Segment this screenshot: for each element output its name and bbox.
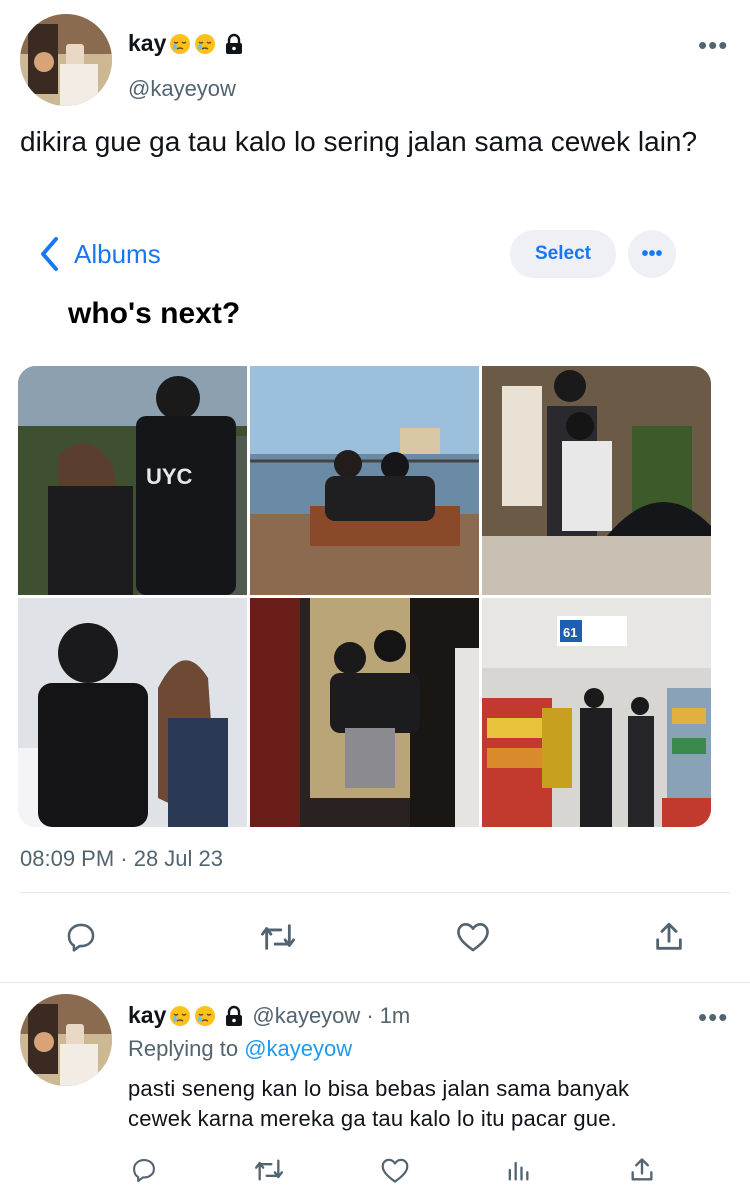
reply-icon: [67, 923, 95, 952]
replying-to: Replying to @kayeyow: [128, 1036, 352, 1062]
retweet-icon: [261, 924, 296, 950]
share-button[interactable]: [652, 920, 686, 954]
author-name-row: kay: [128, 30, 244, 57]
divider: [0, 982, 750, 983]
photo-couple-supermarket[interactable]: 61: [482, 598, 711, 827]
reply-text-line-2: cewek karna mereka ga tau kalo lo itu pa…: [128, 1106, 617, 1131]
meta-separator: ·: [366, 1002, 374, 1028]
photo-couple-bench-waterfront[interactable]: [250, 366, 479, 595]
albums-back-label: Albums: [74, 238, 161, 269]
reply-like-button[interactable]: [380, 1157, 410, 1184]
share-icon: [656, 922, 682, 950]
reply-author-row: kay @kayeyow · 1m: [128, 1002, 410, 1029]
reply-display-name[interactable]: kay: [128, 1002, 166, 1029]
store-sign-number: 61: [563, 625, 577, 640]
reply-views-button[interactable]: [504, 1156, 532, 1184]
photo-couple-cafe[interactable]: [250, 598, 479, 827]
retweet-button[interactable]: [258, 920, 298, 954]
replying-to-handle-link[interactable]: @kayeyow: [244, 1036, 352, 1061]
replying-to-label: Replying to: [128, 1036, 239, 1061]
select-button: Select: [510, 230, 616, 278]
reply-text-line-1: pasti seneng kan lo bisa bebas jalan sam…: [128, 1076, 630, 1101]
sleepy-face-emoji: [194, 1005, 216, 1027]
like-icon: [381, 1158, 409, 1183]
retweet-icon: [254, 1159, 283, 1181]
like-button[interactable]: [455, 921, 491, 953]
reply-more-options-button[interactable]: •••: [698, 1004, 728, 1030]
reply-icon: [133, 1159, 155, 1183]
photo-couple-night-street[interactable]: UYC: [18, 366, 247, 595]
lock-icon: [224, 33, 244, 55]
views-icon: [508, 1161, 529, 1181]
reply-button[interactable]: [64, 920, 98, 954]
more-options-button[interactable]: •••: [698, 32, 728, 58]
display-name[interactable]: kay: [128, 30, 166, 57]
reply-handle[interactable]: @kayeyow: [252, 1003, 360, 1029]
sleepy-face-emoji: [194, 33, 216, 55]
lock-icon: [224, 1005, 244, 1027]
reply-retweet-button[interactable]: [252, 1156, 286, 1184]
divider: [20, 892, 730, 893]
author-handle[interactable]: @kayeyow: [128, 76, 236, 102]
reply-avatar[interactable]: [20, 994, 112, 1086]
sleepy-face-emoji: [169, 1005, 191, 1027]
albums-back-button: Albums: [38, 236, 161, 272]
reply-reply-button[interactable]: [130, 1156, 158, 1184]
tweet-text: dikira gue ga tau kalo lo sering jalan s…: [20, 126, 698, 157]
share-icon: [631, 1158, 653, 1181]
sleepy-face-emoji: [169, 33, 191, 55]
photo-couple-umbrella-outdoor[interactable]: [482, 366, 711, 595]
photo-couple-office[interactable]: [18, 598, 247, 827]
photo-grid[interactable]: UYC 61: [18, 366, 711, 827]
svg-text:UYC: UYC: [146, 464, 193, 489]
tweet-timestamp[interactable]: 08:09 PM · 28 Jul 23: [20, 846, 223, 872]
like-icon: [457, 923, 489, 952]
reply-time[interactable]: 1m: [380, 1003, 411, 1029]
album-more-button: •••: [628, 230, 676, 278]
reply-share-button[interactable]: [628, 1156, 656, 1184]
chevron-left-icon: [41, 237, 58, 271]
album-headline: who's next?: [68, 297, 241, 330]
avatar[interactable]: [20, 14, 112, 106]
